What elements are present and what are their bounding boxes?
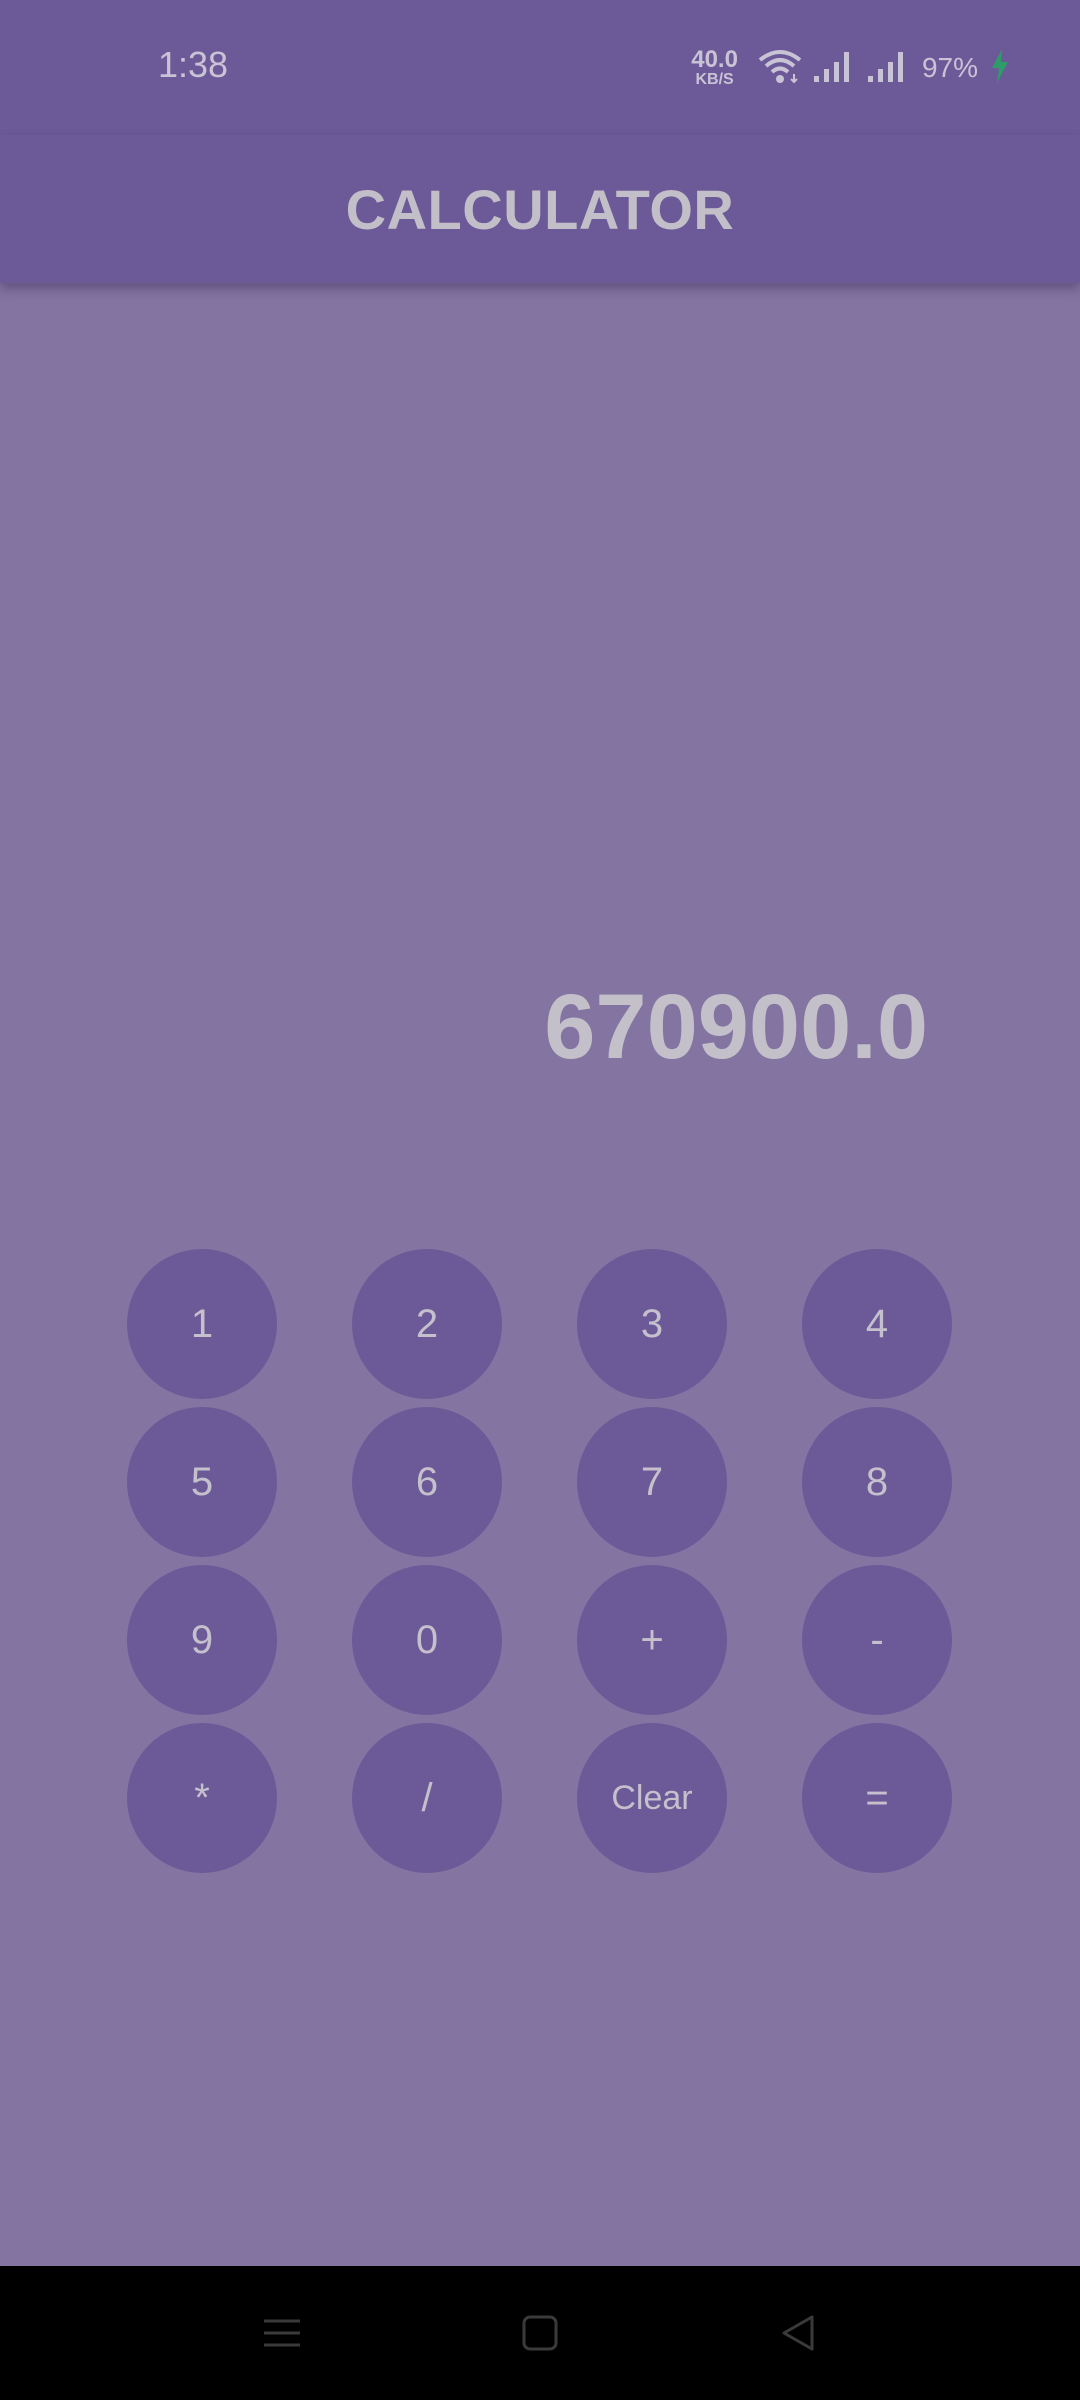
signal-icon-2 xyxy=(867,50,910,87)
network-speed: 40.0 KB/S xyxy=(691,48,738,88)
charging-icon xyxy=(990,48,1010,88)
status-time: 1:38 xyxy=(158,44,229,85)
key-plus[interactable]: + xyxy=(577,1565,727,1715)
key-9[interactable]: 9 xyxy=(127,1565,277,1715)
back-icon[interactable] xyxy=(768,2303,828,2363)
status-bar: 1:38 40.0 KB/S 97% xyxy=(0,0,1080,135)
key-0[interactable]: 0 xyxy=(352,1565,502,1715)
network-speed-unit: KB/S xyxy=(695,71,734,88)
app-title: CALCULATOR xyxy=(345,177,735,241)
key-1[interactable]: 1 xyxy=(127,1249,277,1399)
signal-icon-1 xyxy=(813,50,856,87)
key-clear[interactable]: Clear xyxy=(577,1723,727,1873)
key-divide[interactable]: / xyxy=(352,1723,502,1873)
network-speed-value: 40.0 xyxy=(691,46,738,73)
home-icon[interactable] xyxy=(510,2303,570,2363)
menu-icon[interactable] xyxy=(252,2303,312,2363)
key-minus[interactable]: - xyxy=(802,1565,952,1715)
key-multiply[interactable]: * xyxy=(127,1723,277,1873)
app-bar: CALCULATOR xyxy=(0,135,1080,283)
key-5[interactable]: 5 xyxy=(127,1407,277,1557)
key-2[interactable]: 2 xyxy=(352,1249,502,1399)
key-6[interactable]: 6 xyxy=(352,1407,502,1557)
key-4[interactable]: 4 xyxy=(802,1249,952,1399)
key-7[interactable]: 7 xyxy=(577,1407,727,1557)
status-icons: 40.0 KB/S 97% xyxy=(691,42,1010,94)
wifi-icon xyxy=(758,48,802,89)
result-display: 670900.0 xyxy=(544,976,928,1078)
key-3[interactable]: 3 xyxy=(577,1249,727,1399)
battery-percentage: 97% xyxy=(921,52,978,83)
keypad: 1 2 3 4 5 6 7 8 9 0 + - * / Clear = xyxy=(127,1249,953,1873)
navigation-bar xyxy=(0,2266,1080,2400)
key-equals[interactable]: = xyxy=(802,1723,952,1873)
key-8[interactable]: 8 xyxy=(802,1407,952,1557)
